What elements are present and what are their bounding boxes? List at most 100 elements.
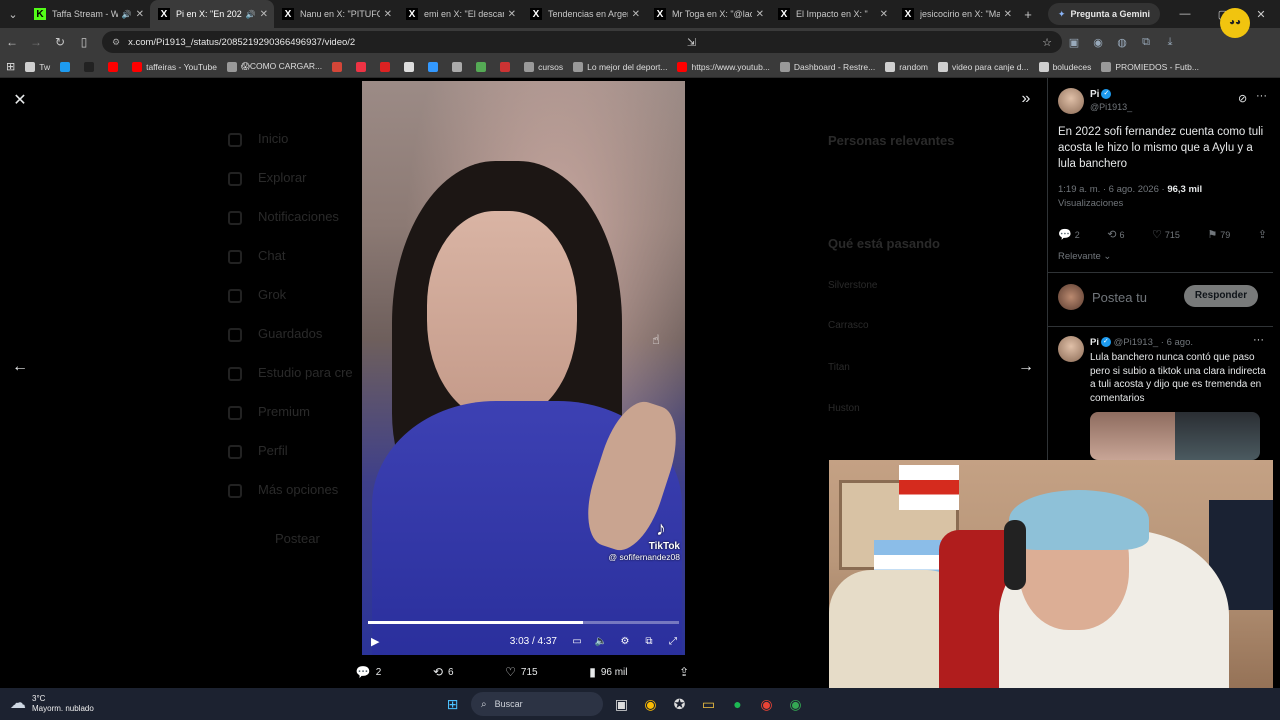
like-count-button[interactable]: ♡ 715 <box>1152 228 1180 246</box>
bookmark-item-6[interactable]: 😱COMO CARGAR... <box>226 61 322 72</box>
author-handle[interactable]: @Pi1913_ <box>1090 102 1132 112</box>
bookmark-star-icon[interactable]: ☆ <box>1042 36 1052 49</box>
retweet-count-button[interactable]: ⟲ 6 <box>1107 228 1124 246</box>
bookmark-item-5[interactable]: taffeiras - YouTube <box>132 61 217 72</box>
grok-icon[interactable]: ⊘ <box>1238 92 1247 105</box>
share-button[interactable]: ⇪ <box>1258 228 1270 246</box>
gemini-button[interactable]: ✦ Pregunta a Gemini <box>1047 3 1160 25</box>
close-tab-icon[interactable]: ✕ <box>1004 9 1012 20</box>
file-explorer-icon[interactable]: ▭ <box>694 690 723 718</box>
chrome-icon[interactable]: ◉ <box>636 690 665 718</box>
close-tab-icon[interactable]: ✕ <box>136 9 144 20</box>
avatar[interactable] <box>1058 336 1084 362</box>
tweet-timestamp[interactable]: 1:19 a. m. · 6 ago. 2026 · <box>1058 184 1167 195</box>
author-name[interactable]: Pi <box>1090 89 1099 100</box>
close-tab-icon[interactable]: ✕ <box>756 9 764 20</box>
play-icon[interactable]: ▶ <box>371 635 379 648</box>
pip-icon[interactable]: ⧉ <box>637 636 661 647</box>
weather-widget[interactable]: ☁ 3°C Mayorm. nublado <box>10 694 94 714</box>
translate-extension-icon[interactable]: ▣ <box>1062 36 1086 49</box>
tab-6[interactable]: X Mr Toga en X: "@lady ✕ <box>646 0 770 28</box>
bookmark-item-18[interactable]: Dashboard - Restre... <box>779 61 875 72</box>
tab-search-button[interactable]: ⌄ <box>0 0 26 28</box>
windows-start-icon[interactable]: ⊞ <box>438 690 467 718</box>
captions-icon[interactable]: ▭ <box>565 636 589 647</box>
app-icon[interactable]: ✪ <box>665 690 694 718</box>
like-action-button[interactable]: ♡ 715 <box>505 665 537 679</box>
apps-grid-icon[interactable]: ⊞ <box>6 60 15 73</box>
download-icon[interactable]: ⤓ <box>1158 36 1182 49</box>
tab-8[interactable]: Xjesicocirio en X: "Mar ✕ <box>894 0 1018 28</box>
close-tab-icon[interactable]: ✕ <box>260 9 268 20</box>
bookmark-item-16[interactable]: Lo mejor del deport... <box>573 61 667 72</box>
previous-media-arrow-icon[interactable]: ← <box>8 358 32 380</box>
video-player[interactable]: ♪ TikTok @ sofifernandez08 ▶ 3:03 / 4:37… <box>362 81 685 655</box>
reload-button[interactable]: ↻ <box>48 35 72 49</box>
bookmark-item-15[interactable]: cursos <box>524 61 563 72</box>
side-panel-icon[interactable]: ▯ <box>72 35 96 49</box>
profile-avatar[interactable]: ◕◕ <box>1220 8 1250 38</box>
new-tab-button[interactable]: + <box>1018 7 1038 22</box>
bookmark-item-20[interactable]: video para canje d... <box>938 61 1029 72</box>
video-progress-bar[interactable] <box>368 621 679 624</box>
reply-count-button[interactable]: 💬 2 <box>1058 228 1080 246</box>
reply-action-button[interactable]: 💬 2 <box>356 665 382 679</box>
bookmark-count-button[interactable]: ⚑ 79 <box>1207 228 1230 246</box>
forward-button[interactable]: → <box>24 35 48 49</box>
bookmark-item-17[interactable]: https://www.youtub... <box>677 61 770 72</box>
bookmark-item-8[interactable] <box>356 61 370 72</box>
views-action-button[interactable]: ▮ 96 mil <box>589 665 627 679</box>
author-name[interactable]: Pi <box>1090 337 1099 348</box>
bookmark-item-12[interactable] <box>452 61 466 72</box>
reply-tweet-image[interactable] <box>1090 412 1260 460</box>
tab-1[interactable]: K Taffa Stream - Wa 🔊 ✕ <box>26 0 150 28</box>
bookmark-item-2[interactable] <box>60 61 74 72</box>
bookmark-item-11[interactable] <box>428 61 442 72</box>
tab-5[interactable]: X Tendencias en Argen ✕ <box>522 0 646 28</box>
speaker-icon[interactable]: 🔊 <box>246 10 256 19</box>
close-tab-icon[interactable]: ✕ <box>880 9 888 20</box>
tab-2[interactable]: X Pi en X: "En 2022 🔊 ✕ <box>150 0 274 28</box>
bookmark-item-9[interactable] <box>380 61 394 72</box>
bookmark-item-19[interactable]: random <box>885 61 928 72</box>
bookmark-item-4[interactable] <box>108 61 122 72</box>
taskbar-search[interactable]: ⌕ Buscar <box>471 692 603 716</box>
bookmark-item-14[interactable] <box>500 61 514 72</box>
bookmark-item-10[interactable] <box>404 61 418 72</box>
reply-button[interactable]: Responder <box>1184 285 1258 307</box>
retweet-action-button[interactable]: ⟲ 6 <box>433 665 454 679</box>
bookmark-item-1[interactable]: Tw <box>25 61 50 72</box>
close-tab-icon[interactable]: ✕ <box>632 9 640 20</box>
speaker-icon[interactable]: 🔊 <box>122 10 132 19</box>
address-bar[interactable]: ⚙ x.com/Pi1913_/status/20852192903664969… <box>102 31 1062 53</box>
bookmark-item-13[interactable] <box>476 61 490 72</box>
more-options-icon[interactable]: ··· <box>1253 334 1264 346</box>
next-media-arrow-icon[interactable]: → <box>1014 358 1038 380</box>
extensions-puzzle-icon[interactable]: ⧉ <box>1134 36 1158 49</box>
chrome-icon[interactable]: ◉ <box>752 690 781 718</box>
spotify-icon[interactable]: ● <box>723 690 752 718</box>
tab-7[interactable]: X El Impacto en X: " ✕ <box>770 0 894 28</box>
close-tab-icon[interactable]: ✕ <box>384 9 392 20</box>
share-action-button[interactable]: ⇪ <box>679 665 694 679</box>
bookmark-item-21[interactable]: boludeces <box>1038 61 1091 72</box>
more-options-icon[interactable]: ··· <box>1256 90 1267 102</box>
tab-4[interactable]: Xemi en X: "El descarg ✕ <box>398 0 522 28</box>
sort-replies-dropdown[interactable]: Relevante ⌄ <box>1058 251 1111 262</box>
close-tab-icon[interactable]: ✕ <box>508 9 516 20</box>
minimize-button[interactable]: — <box>1166 8 1204 20</box>
extension-icon[interactable]: ◍ <box>1110 36 1134 49</box>
reply-input[interactable]: Postea tu <box>1092 290 1147 305</box>
avatar[interactable] <box>1058 88 1084 114</box>
collapse-panel-chevron-icon[interactable]: » <box>1014 90 1038 112</box>
chrome-icon[interactable]: ◉ <box>781 690 810 718</box>
bookmark-item-7[interactable] <box>332 61 346 72</box>
extension-icon[interactable]: ◉ <box>1086 36 1110 49</box>
task-view-icon[interactable]: ▣ <box>607 690 636 718</box>
bookmark-item-3[interactable] <box>84 61 98 72</box>
install-icon[interactable]: ⇲ <box>687 36 696 49</box>
volume-icon[interactable]: 🔈 <box>589 636 613 647</box>
close-media-button[interactable]: ✕ <box>8 90 32 112</box>
tab-3[interactable]: X Nanu en X: "PITUFO ✕ <box>274 0 398 28</box>
fullscreen-icon[interactable]: ⤢ <box>661 636 685 647</box>
